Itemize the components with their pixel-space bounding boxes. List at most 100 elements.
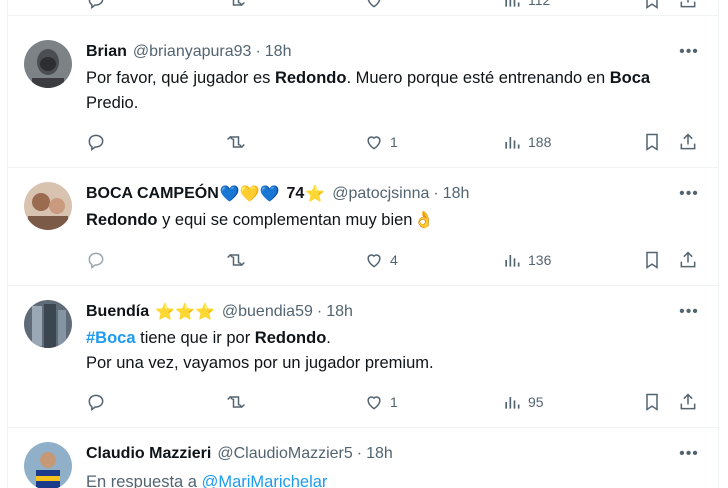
views-icon — [505, 397, 520, 409]
display-name[interactable]: Buendía — [86, 303, 149, 321]
tweet-header: BOCA CAMPEÓN 💙💛💙 74 ⭐ @patocjsinna · 18h — [86, 183, 718, 205]
avatar[interactable] — [24, 300, 72, 348]
tweet-claudio-mazzieri[interactable]: Claudio Mazzieri @ClaudioMazzier5 · 18h … — [8, 428, 718, 488]
user-handle[interactable]: @buendia59 — [222, 303, 313, 321]
share-button[interactable] — [678, 390, 698, 414]
like-button[interactable]: 4 — [364, 248, 398, 272]
avatar-brian-image — [24, 40, 72, 88]
stars-emoji: ⭐⭐⭐ — [155, 304, 215, 321]
star-emoji: ⭐ — [305, 186, 326, 203]
separator-dot: · — [356, 445, 363, 462]
text-bold: Redondo — [86, 211, 158, 229]
tweet-text-line-1: #Boca tiene que ir por Redondo. — [86, 326, 678, 351]
retweet-button[interactable] — [226, 130, 246, 154]
share-icon — [680, 393, 696, 410]
text-segment: tiene que ir por — [135, 329, 255, 347]
like-icon — [367, 136, 381, 150]
more-options-button[interactable]: ••• — [678, 443, 700, 465]
views-icon — [505, 0, 520, 7]
retweet-icon — [232, 0, 245, 7]
retweet-button[interactable] — [226, 0, 246, 12]
tweet-text: Redondo y equi se complementan muy bien👌 — [86, 208, 678, 233]
tweet-boca-campeon[interactable]: BOCA CAMPEÓN 💙💛💙 74 ⭐ @patocjsinna · 18h… — [8, 168, 718, 286]
text-segment: Por favor, qué jugador es — [86, 69, 275, 87]
text-segment: Predio. — [86, 94, 139, 112]
reply-context: En respuesta a @MariMarichelar — [86, 470, 678, 488]
views-button[interactable]: 188 — [502, 130, 551, 154]
display-name[interactable]: Claudio Mazzieri — [86, 445, 211, 463]
hashtag-link[interactable]: #Boca — [86, 329, 136, 347]
reply-icon — [88, 0, 104, 9]
retweet-icon — [227, 253, 245, 267]
tweet-buendia[interactable]: Buendía ⭐⭐⭐ @buendia59 · 18h ••• #Boca t… — [8, 286, 718, 428]
retweet-button[interactable] — [226, 248, 246, 272]
retweet-button[interactable] — [226, 390, 246, 414]
like-count: 1 — [390, 394, 398, 410]
text-bold: Redondo — [274, 69, 347, 87]
views-button[interactable]: 112 — [502, 0, 550, 12]
views-count: 136 — [528, 252, 552, 268]
avatar[interactable] — [24, 182, 72, 230]
share-icon — [680, 251, 696, 268]
reply-icon — [88, 134, 104, 151]
share-button[interactable] — [678, 0, 698, 12]
separator-dot: · — [255, 43, 261, 60]
mention-link[interactable]: @MariMarichelar — [202, 473, 328, 488]
bookmark-button[interactable] — [642, 130, 662, 154]
text-bold: Redondo — [254, 329, 327, 347]
timestamp[interactable]: 18h — [326, 303, 353, 321]
previous-tweet-actions: 112 — [8, 0, 718, 16]
bookmark-button[interactable] — [642, 0, 662, 12]
share-button[interactable] — [678, 130, 698, 154]
reply-icon — [88, 252, 104, 269]
avatar-patocjsinna-image — [24, 182, 72, 230]
display-name[interactable]: Brian — [86, 43, 127, 61]
reply-button[interactable] — [86, 130, 106, 154]
timestamp[interactable]: 18h — [443, 185, 470, 203]
retweet-icon — [227, 395, 245, 409]
reply-prefix: En respuesta a — [86, 473, 202, 488]
tweet-actions: 4 136 — [86, 248, 718, 272]
user-handle[interactable]: @patocjsinna — [332, 185, 429, 203]
reply-button[interactable] — [86, 248, 106, 272]
bookmark-icon — [646, 133, 658, 151]
like-button[interactable]: 1 — [364, 390, 398, 414]
more-options-button[interactable]: ••• — [678, 41, 700, 63]
views-button[interactable]: 95 — [502, 390, 544, 414]
timestamp[interactable]: 18h — [366, 445, 393, 463]
views-count: 95 — [528, 394, 544, 410]
text-segment: . — [326, 329, 331, 347]
avatar[interactable] — [24, 442, 72, 488]
views-button[interactable]: 136 — [502, 248, 551, 272]
bookmark-button[interactable] — [642, 248, 662, 272]
timestamp[interactable]: 18h — [265, 43, 292, 61]
views-icon — [505, 255, 520, 267]
tweet-header: Claudio Mazzieri @ClaudioMazzier5 · 18h — [86, 443, 718, 465]
more-options-button[interactable]: ••• — [678, 301, 700, 323]
user-handle[interactable]: @brianyapura93 — [133, 43, 252, 61]
bookmark-icon — [646, 251, 658, 269]
user-handle[interactable]: @ClaudioMazzier5 — [217, 445, 352, 463]
like-icon — [367, 0, 381, 8]
display-name[interactable]: BOCA CAMPEÓN — [86, 185, 219, 203]
more-icon: ••• — [679, 303, 699, 320]
name-number: 74 — [286, 185, 305, 202]
share-button[interactable] — [678, 248, 698, 272]
share-icon — [680, 133, 696, 150]
tweet-text-line-2: Por una vez, vayamos por un jugador prem… — [86, 354, 434, 372]
like-button[interactable]: 1 — [364, 130, 398, 154]
ok-hand-emoji: 👌 — [413, 211, 435, 229]
retweet-icon — [227, 135, 245, 149]
reply-button[interactable] — [86, 0, 106, 12]
like-count: 1 — [390, 134, 398, 150]
tweet-brian[interactable]: Brian @brianyapura93 · 18h ••• Por favor… — [8, 28, 718, 168]
bookmark-icon — [646, 0, 658, 9]
avatar-claudio-image — [24, 442, 72, 488]
bookmark-button[interactable] — [642, 390, 662, 414]
views-count: 188 — [528, 134, 552, 150]
more-options-button[interactable]: ••• — [678, 183, 700, 205]
reply-button[interactable] — [86, 390, 106, 414]
like-button[interactable] — [364, 0, 384, 12]
avatar-buendia-image — [24, 300, 72, 348]
avatar[interactable] — [24, 40, 72, 88]
